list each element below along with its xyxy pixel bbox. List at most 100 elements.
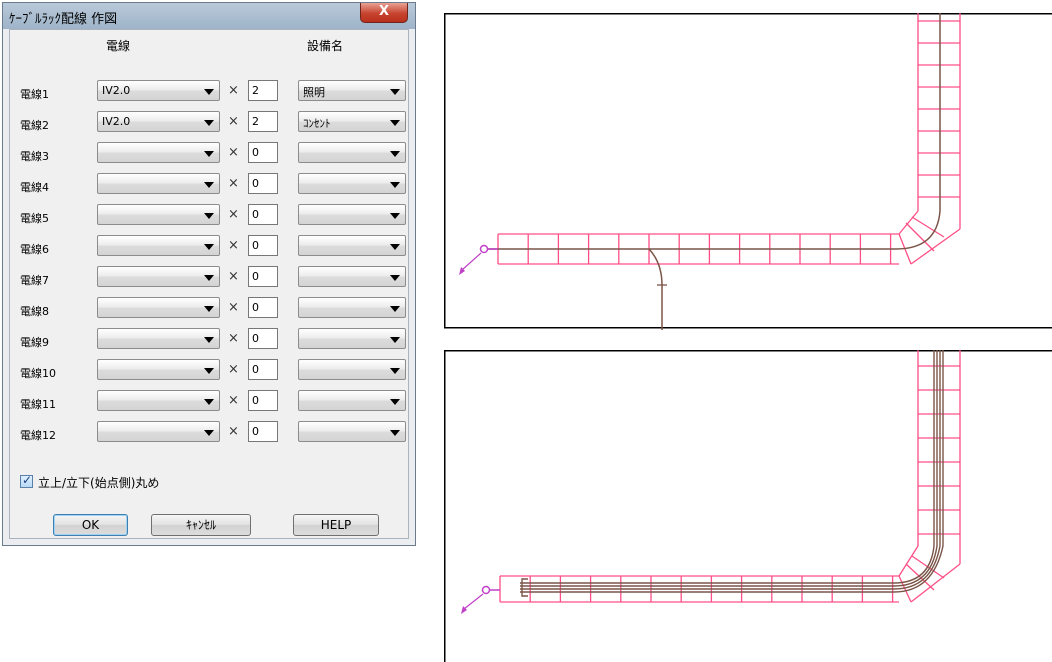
dropdown-arrow-icon [390,244,400,250]
dropdown-arrow-icon [204,337,214,343]
wire-count-input[interactable]: 0 [248,235,278,256]
dropdown-arrow-icon [390,213,400,219]
column-header-equipment: 設備名 [307,39,344,53]
multiply-sign: × [228,83,239,98]
drawing-line [898,545,919,577]
wire-count-input[interactable]: 2 [248,111,278,132]
dropdown-arrow-icon [204,244,214,250]
wire-count-input[interactable]: 0 [248,297,278,318]
equipment-value: 照明 [303,86,325,99]
wire-count-value: 0 [252,270,259,283]
wire-row-label: 電線2 [20,119,49,132]
dropdown-arrow-icon [390,89,400,95]
wire-type-select[interactable] [97,297,220,318]
wire-count-input[interactable]: 0 [248,204,278,225]
wire-row-label: 電線1 [20,88,49,101]
wire-count-value: 0 [252,363,259,376]
equipment-select[interactable]: ｺﾝｾﾝﾄ [298,111,406,132]
wire-row-label: 電線8 [20,305,49,318]
dropdown-arrow-icon [204,120,214,126]
ok-button[interactable]: OK [53,514,128,536]
equipment-select[interactable] [298,421,406,442]
wire-count-input[interactable]: 0 [248,328,278,349]
wire-type-select[interactable] [97,359,220,380]
help-button[interactable]: HELP [293,514,379,536]
wire-row: 電線7 × 0 [10,263,408,293]
wire-row: 電線10 × 0 [10,356,408,386]
wire-type-select[interactable] [97,328,220,349]
wire-count-value: 0 [252,301,259,314]
wire-count-input[interactable]: 0 [248,359,278,380]
dropdown-arrow-icon [204,182,214,188]
drawing-view-bottom[interactable] [444,350,1052,662]
wire-count-input[interactable]: 0 [248,421,278,442]
wire-count-input[interactable]: 0 [248,142,278,163]
wire-type-select[interactable] [97,421,220,442]
equipment-select[interactable] [298,204,406,225]
drawing-path [520,350,938,587]
wire-count-value: 0 [252,332,259,345]
multiply-sign: × [228,176,239,191]
dialog-title: ｹｰﾌﾞﾙﾗｯｸ配線 作図 [9,12,118,27]
dropdown-arrow-icon [390,306,400,312]
drawing-line [898,210,919,235]
drawing-path [521,578,528,597]
wire-count-value: 2 [252,115,259,128]
equipment-select[interactable] [298,235,406,256]
wire-type-select[interactable] [97,390,220,411]
wire-row: 電線5 × 0 [10,201,408,231]
wire-type-select[interactable] [97,204,220,225]
drawing-view-top[interactable] [444,13,1052,330]
wire-type-select[interactable]: IV2.0 [97,111,220,132]
equipment-select[interactable] [298,297,406,318]
equipment-value: ｺﾝｾﾝﾄ [303,117,331,130]
close-icon: X [378,4,390,19]
wire-path [488,13,941,330]
dropdown-arrow-icon [390,399,400,405]
dropdown-arrow-icon [204,368,214,374]
wire-row-label: 電線9 [20,336,49,349]
wire-count-value: 2 [252,84,259,97]
wire-type-select[interactable]: IV2.0 [97,80,220,101]
multiply-sign: × [228,331,239,346]
wire-row: 電線3 × 0 [10,139,408,169]
multiply-sign: × [228,269,239,284]
equipment-select[interactable] [298,390,406,411]
column-header-wire: 電線 [106,39,131,53]
wire-type-select[interactable] [97,142,220,163]
wire-count-input[interactable]: 0 [248,390,278,411]
multiply-sign: × [228,114,239,129]
equipment-select[interactable] [298,173,406,194]
cancel-button[interactable]: ｷｬﾝｾﾙ [151,514,251,536]
wire-type-select[interactable] [97,235,220,256]
wire-count-value: 0 [252,239,259,252]
dropdown-arrow-icon [204,151,214,157]
wire-row: 電線6 × 0 [10,232,408,262]
wire-count-input[interactable]: 2 [248,80,278,101]
wire-count-value: 0 [252,208,259,221]
equipment-select[interactable]: 照明 [298,80,406,101]
cable-rack-outline [499,350,961,603]
wire-count-input[interactable]: 0 [248,266,278,287]
wire-count-value: 0 [252,394,259,407]
multiply-sign: × [228,300,239,315]
round-riser-checkbox[interactable] [20,473,33,488]
start-point-marker [461,585,500,614]
title-bar[interactable]: ｹｰﾌﾞﾙﾗｯｸ配線 作図 X [3,3,415,29]
close-button[interactable]: X [360,3,408,23]
drawing-path [648,248,663,330]
wire-type-select[interactable] [97,173,220,194]
dropdown-arrow-icon [390,337,400,343]
equipment-select[interactable] [298,142,406,163]
dropdown-arrow-icon [204,430,214,436]
wire-row: 電線2 IV2.0 × 2 ｺﾝｾﾝﾄ [10,108,408,138]
dialog-body: 電線 設備名 立上/立下(始点側)丸め OK ｷｬﾝｾﾙ HELP 電線1 IV2… [9,29,409,539]
start-point-marker [459,244,498,275]
equipment-select[interactable] [298,266,406,287]
equipment-select[interactable] [298,328,406,349]
multiply-sign: × [228,362,239,377]
wire-count-input[interactable]: 0 [248,173,278,194]
wire-type-select[interactable] [97,266,220,287]
equipment-select[interactable] [298,359,406,380]
multiply-sign: × [228,424,239,439]
